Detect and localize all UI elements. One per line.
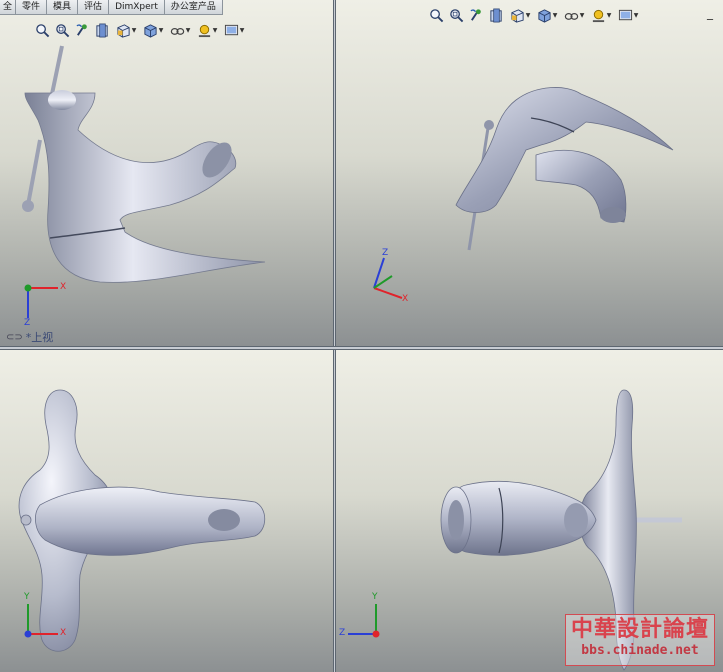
axis-triad	[373, 257, 403, 299]
axis-triad	[24, 604, 58, 638]
axis-x-label: X	[402, 294, 409, 304]
axis-y-label: Y	[372, 592, 378, 602]
axis-x-label: X	[60, 628, 67, 638]
axis-y-label: Y	[24, 592, 30, 602]
view-name-label: ⊂⊃ *上视	[6, 329, 53, 345]
watermark-title: 中華設計論壇	[570, 616, 709, 642]
viewport-top-left[interactable]: 全 零件 模具 评估 DimXpert 办公室产品 ▼ ▼ ▼ ▼ ▼ X Z …	[0, 0, 333, 346]
viewport-splitter-vertical[interactable]	[333, 0, 336, 672]
viewport-splitter-horizontal[interactable]	[0, 346, 723, 350]
axis-x-label: X	[60, 282, 67, 292]
view-name-text: *上视	[25, 331, 54, 344]
axis-z-label: Z	[24, 318, 31, 328]
axis-z-label: Z	[382, 248, 389, 258]
link-views-icon[interactable]: ⊂⊃	[6, 332, 23, 343]
forum-watermark: 中華設計論壇 bbs.chinade.net	[565, 614, 715, 666]
axis-triad	[24, 284, 58, 318]
solidworks-four-view-window: 全 零件 模具 评估 DimXpert 办公室产品 ▼ ▼ ▼ ▼ ▼ X Z …	[0, 0, 723, 672]
watermark-url: bbs.chinade.net	[581, 643, 699, 658]
axis-z-label: Z	[339, 628, 346, 638]
viewport-top-right[interactable]: ▼ ▼ ▼ ▼ ▼ _ X Z	[336, 0, 723, 346]
viewport-bottom-left[interactable]: X Y	[0, 350, 333, 672]
